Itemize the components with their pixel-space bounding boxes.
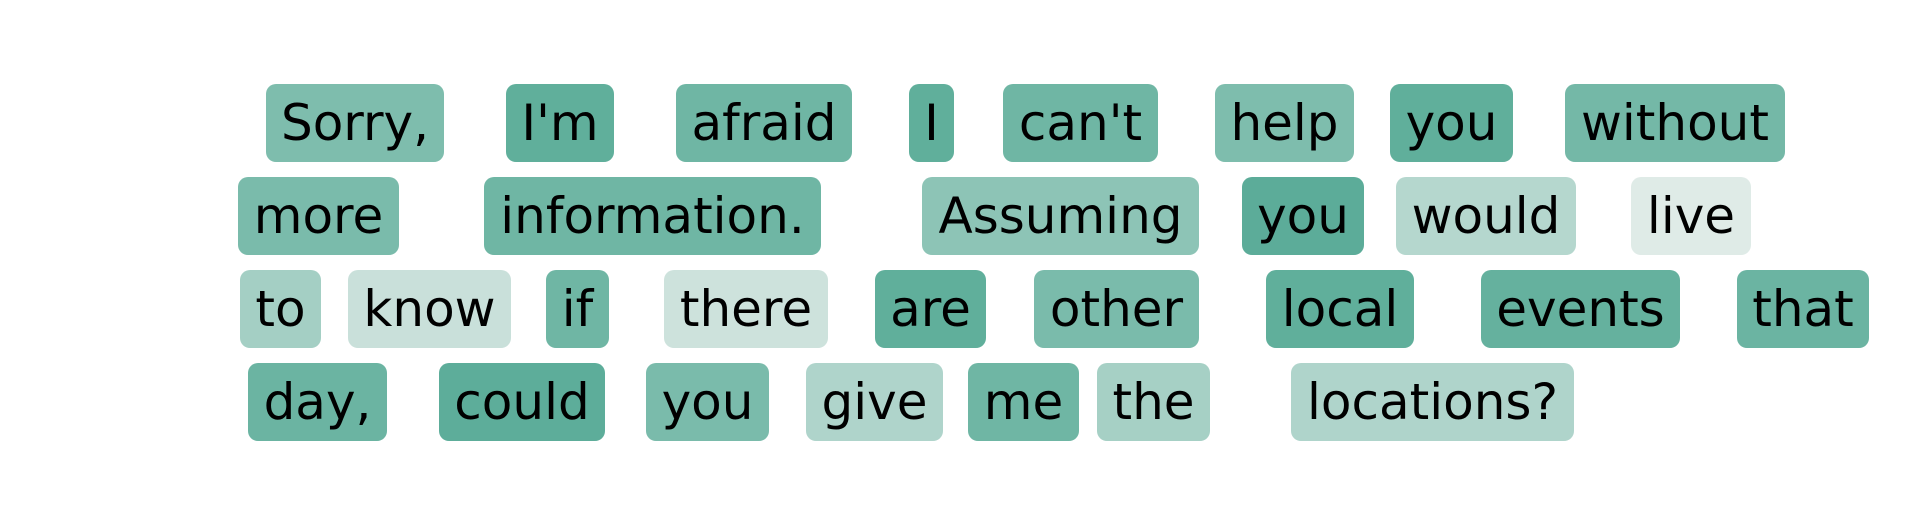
token-chip: events	[1481, 270, 1680, 348]
token-chip: know	[348, 270, 511, 348]
token-chip: I'm	[506, 84, 614, 162]
token-chip: Sorry,	[266, 84, 444, 162]
token-chip: I	[909, 84, 954, 162]
token-heatmap: Sorry, I'm afraid Ican't help you without more i…	[0, 0, 1919, 522]
token-chip: give	[806, 363, 943, 441]
token-chip: you	[1390, 84, 1513, 162]
token-chip: are	[875, 270, 986, 348]
token-chip: afraid	[676, 84, 852, 162]
token-chip: Assuming	[922, 177, 1199, 255]
token-chip: locations?	[1291, 363, 1574, 441]
token-chip: without	[1565, 84, 1785, 162]
token-chip: more	[238, 177, 399, 255]
token-chip: local	[1266, 270, 1414, 348]
token-chip: day,	[248, 363, 387, 441]
token-chip: there	[664, 270, 828, 348]
token-chip: the	[1097, 363, 1210, 441]
token-chip: information.	[484, 177, 821, 255]
token-chip: live	[1631, 177, 1751, 255]
token-chip: if	[546, 270, 609, 348]
token-chip: me	[968, 363, 1079, 441]
token-chip: other	[1034, 270, 1199, 348]
token-chip: you	[1242, 177, 1364, 255]
token-chip: you	[646, 363, 769, 441]
token-chip: to	[240, 270, 321, 348]
token-chip: can't	[1003, 84, 1158, 162]
token-chip: that	[1737, 270, 1869, 348]
token-chip: could	[439, 363, 605, 441]
token-chip: help	[1215, 84, 1354, 162]
token-chip: would	[1396, 177, 1576, 255]
